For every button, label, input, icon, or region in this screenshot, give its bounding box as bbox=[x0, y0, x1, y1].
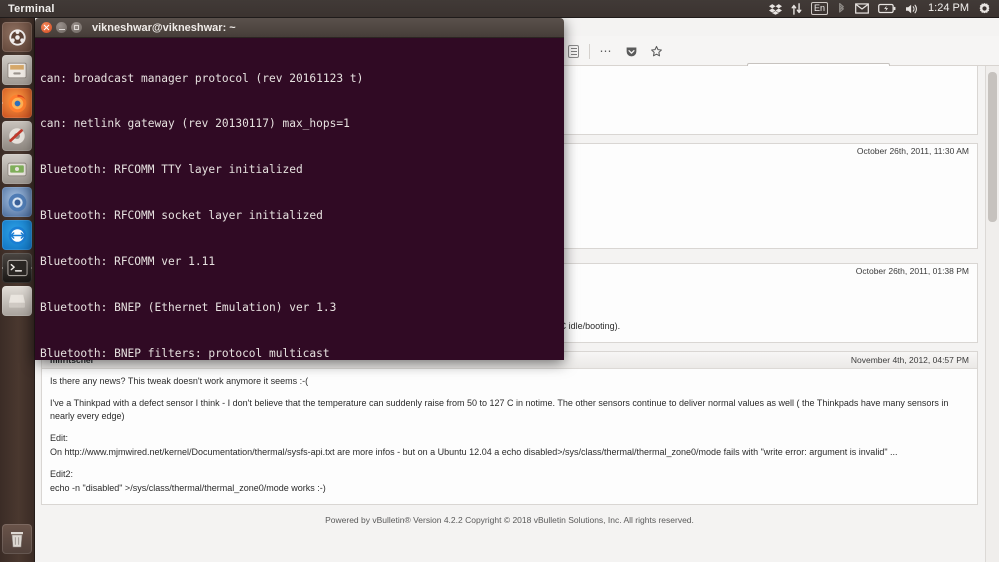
post-date: November 4th, 2012, 04:57 PM bbox=[850, 354, 969, 365]
mail-icon[interactable] bbox=[855, 3, 869, 14]
launcher-item-terminal[interactable] bbox=[2, 253, 32, 283]
terminal-icon bbox=[6, 259, 28, 277]
toolbar-divider bbox=[589, 43, 590, 59]
terminal-window[interactable]: vikneshwar@vikneshwar: ~ can: broadcast … bbox=[35, 18, 564, 360]
bookmark-star-icon[interactable] bbox=[647, 42, 665, 60]
launcher-item-files[interactable] bbox=[2, 55, 32, 85]
terminal-line: Bluetooth: RFCOMM ver 1.11 bbox=[40, 255, 216, 269]
terminal-line: can: netlink gateway (rev 20130117) max_… bbox=[40, 117, 350, 131]
maximize-window-button[interactable] bbox=[71, 22, 82, 33]
terminal-line: Bluetooth: RFCOMM TTY layer initialized bbox=[40, 163, 303, 177]
launcher-item-firefox[interactable] bbox=[2, 88, 32, 118]
terminal-line: Bluetooth: BNEP (Ethernet Emulation) ver… bbox=[40, 301, 337, 315]
terminal-title: vikneshwar@vikneshwar: ~ bbox=[92, 21, 236, 34]
system-tools-icon bbox=[9, 128, 25, 144]
clock-indicator[interactable]: 1:24 PM bbox=[928, 3, 969, 14]
launcher-item-dash[interactable] bbox=[2, 22, 32, 52]
firefox-icon bbox=[8, 94, 26, 112]
volume-icon[interactable] bbox=[905, 3, 919, 15]
terminal-line: can: broadcast manager protocol (rev 201… bbox=[40, 71, 364, 85]
terminal-line: Bluetooth: BNEP filters: protocol multic… bbox=[40, 346, 330, 360]
post-paragraph: Is there any news? This tweak doesn't wo… bbox=[50, 375, 309, 386]
post-paragraph: I've a Thinkpad with a defect sensor I t… bbox=[50, 397, 949, 422]
terminal-titlebar[interactable]: vikneshwar@vikneshwar: ~ bbox=[35, 18, 564, 38]
terminal-output[interactable]: can: broadcast manager protocol (rev 201… bbox=[35, 38, 564, 360]
post-paragraph: echo -n "disabled" >/sys/class/thermal/t… bbox=[50, 483, 326, 494]
unity-launcher bbox=[0, 18, 35, 562]
urlbar-actions: ⋯ bbox=[564, 42, 665, 60]
launcher-item-disks[interactable] bbox=[2, 154, 32, 184]
panel-app-title[interactable]: Terminal bbox=[0, 3, 55, 15]
dropbox-icon[interactable] bbox=[769, 3, 783, 15]
chromium-icon bbox=[8, 193, 26, 211]
page-footer: Powered by vBulletin® Version 4.2.2 Copy… bbox=[325, 515, 694, 526]
launcher-item-teamviewer[interactable] bbox=[2, 220, 32, 250]
ubuntu-logo-icon bbox=[8, 28, 26, 46]
disks-icon bbox=[7, 162, 27, 176]
post: mifritscher November 4th, 2012, 04:57 PM… bbox=[41, 350, 978, 506]
minimize-window-button[interactable] bbox=[56, 22, 67, 33]
launcher-item-chromium[interactable] bbox=[2, 187, 32, 217]
page-scrollbar-thumb[interactable] bbox=[988, 72, 997, 222]
post-body: Is there any news? This tweak doesn't wo… bbox=[42, 369, 977, 505]
panel-indicators: En 1:24 PM bbox=[769, 2, 999, 15]
launcher-item-trash[interactable] bbox=[2, 524, 32, 554]
reader-view-icon[interactable] bbox=[564, 42, 582, 60]
network-icon[interactable] bbox=[791, 2, 802, 15]
gear-icon[interactable] bbox=[978, 2, 991, 15]
close-window-button[interactable] bbox=[41, 22, 52, 33]
launcher-item-tools[interactable] bbox=[2, 121, 32, 151]
drive-icon bbox=[9, 294, 25, 308]
page-scrollbar[interactable] bbox=[985, 66, 999, 562]
bluetooth-icon[interactable] bbox=[837, 2, 846, 15]
battery-icon[interactable] bbox=[878, 3, 896, 14]
pocket-icon[interactable] bbox=[622, 42, 640, 60]
page-actions-icon[interactable]: ⋯ bbox=[597, 42, 615, 60]
post-paragraph: Edit2: bbox=[50, 469, 74, 480]
post-paragraph: On http://www.mjmwired.net/kernel/Docume… bbox=[50, 447, 898, 458]
launcher-item-drive[interactable] bbox=[2, 286, 32, 316]
trash-icon bbox=[11, 531, 23, 547]
terminal-line: Bluetooth: RFCOMM socket layer initializ… bbox=[40, 209, 323, 223]
teamviewer-icon bbox=[8, 226, 26, 244]
files-icon bbox=[7, 62, 27, 78]
unity-top-panel: Terminal En 1:24 PM bbox=[0, 0, 999, 18]
post-paragraph: Edit: bbox=[50, 433, 69, 444]
keyboard-layout-indicator[interactable]: En bbox=[811, 2, 829, 15]
